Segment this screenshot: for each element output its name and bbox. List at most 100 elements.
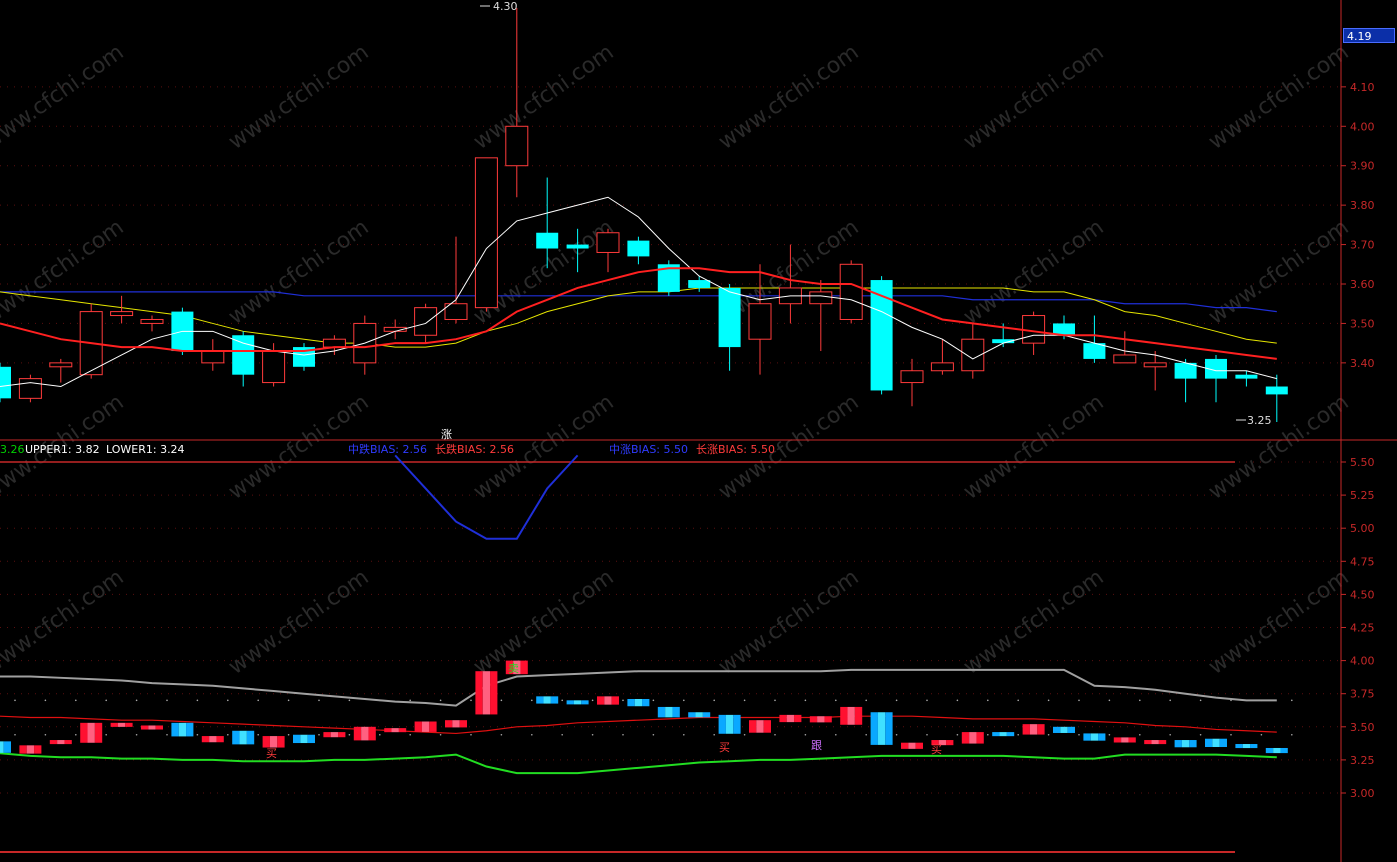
candle bbox=[1113, 331, 1137, 364]
indicator-block bbox=[1205, 738, 1227, 748]
helper-dot bbox=[379, 733, 381, 736]
block-part bbox=[186, 722, 194, 737]
block-part bbox=[840, 706, 848, 725]
watermark-text: www.cfchi.com bbox=[1204, 40, 1353, 155]
helper-dot bbox=[804, 733, 807, 736]
indicator-block bbox=[49, 740, 72, 745]
block-part bbox=[1067, 726, 1075, 733]
block-part bbox=[445, 720, 453, 728]
helper-dot bbox=[652, 733, 655, 736]
block-part bbox=[520, 660, 528, 675]
block-part bbox=[110, 722, 118, 727]
helper-dot bbox=[835, 733, 837, 736]
helper-dot bbox=[348, 699, 351, 702]
helper-dot bbox=[774, 733, 776, 736]
helper-dot bbox=[713, 699, 715, 702]
helper-dot bbox=[196, 699, 199, 702]
helper-dot bbox=[227, 699, 229, 702]
candle-body-up bbox=[110, 311, 134, 317]
helper-dot bbox=[1199, 699, 1202, 702]
block-part bbox=[931, 740, 939, 746]
indicator-block bbox=[627, 698, 650, 707]
helper-dot bbox=[75, 699, 77, 702]
block-part bbox=[1242, 744, 1251, 749]
block-part bbox=[786, 714, 795, 723]
indicator-block bbox=[1235, 744, 1258, 749]
candle-body-up bbox=[748, 303, 772, 340]
block-part bbox=[536, 696, 544, 704]
block-part bbox=[330, 732, 339, 738]
indicator-block bbox=[749, 720, 771, 733]
candle bbox=[688, 276, 711, 292]
helper-dot bbox=[622, 733, 624, 736]
candle-body-up bbox=[262, 350, 286, 384]
helper-dot bbox=[287, 733, 290, 736]
block-part bbox=[573, 700, 582, 705]
indicator-block bbox=[1265, 747, 1288, 754]
indicator-block bbox=[0, 741, 11, 753]
indicator-block bbox=[384, 728, 407, 733]
helper-dot bbox=[166, 733, 168, 736]
watermark-text: www.cfchi.com bbox=[0, 40, 129, 155]
block-part bbox=[232, 730, 240, 745]
block-part bbox=[80, 722, 88, 743]
stock-chart[interactable]: www.cfchi.com www.cfchi.com www.cfchi.com w… bbox=[0, 0, 1397, 862]
helper-dot bbox=[105, 733, 107, 736]
block-part bbox=[300, 734, 308, 744]
indicator-block bbox=[110, 722, 133, 727]
block-part bbox=[262, 736, 270, 748]
block-part bbox=[338, 732, 346, 738]
candle bbox=[809, 280, 833, 352]
indicator-block bbox=[201, 736, 224, 743]
block-part bbox=[946, 740, 954, 746]
candle bbox=[262, 343, 286, 387]
block-part bbox=[961, 732, 970, 744]
block-part bbox=[1098, 733, 1106, 741]
helper-dot bbox=[1291, 699, 1293, 702]
block-part bbox=[597, 696, 605, 705]
indicator-tick-label: 3.25 bbox=[1350, 754, 1375, 767]
block-part bbox=[1174, 740, 1182, 748]
candle-body-down bbox=[566, 244, 589, 249]
helper-dot bbox=[561, 733, 563, 736]
block-part bbox=[178, 722, 187, 737]
block-part bbox=[490, 671, 498, 715]
block-part bbox=[459, 720, 467, 728]
candle-body-down bbox=[1235, 374, 1258, 379]
block-part bbox=[323, 732, 331, 738]
block-part bbox=[809, 716, 818, 723]
price-axis: 4.10 4.00 3.90 3.80 3.70 3.60 3.50 3.40 5.50 5.25… bbox=[0, 0, 1397, 862]
block-part bbox=[854, 706, 863, 725]
indicator-block bbox=[1083, 733, 1106, 741]
helper-dot bbox=[865, 699, 867, 702]
helper-dot bbox=[287, 699, 290, 702]
indicator-block bbox=[1144, 740, 1167, 745]
block-part bbox=[1083, 733, 1091, 741]
candle-body-up bbox=[1113, 354, 1137, 364]
helper-dot bbox=[44, 733, 47, 736]
block-part bbox=[611, 696, 619, 705]
helper-dot bbox=[1169, 699, 1171, 702]
candle bbox=[232, 331, 255, 387]
indicator-tick-label: 4.50 bbox=[1350, 588, 1375, 601]
indicator-block bbox=[171, 722, 194, 737]
indicator-block bbox=[505, 660, 528, 675]
helper-dot bbox=[531, 699, 533, 702]
indicator-block bbox=[141, 725, 163, 730]
candle bbox=[1174, 358, 1197, 403]
block-part bbox=[725, 714, 734, 734]
indicator-tick-label: 4.25 bbox=[1350, 622, 1375, 635]
indicator-panel bbox=[0, 454, 1293, 775]
helper-dot bbox=[318, 733, 320, 736]
block-part bbox=[171, 722, 179, 737]
indicator-block bbox=[809, 716, 832, 723]
block-part bbox=[657, 706, 666, 718]
helper-dot bbox=[926, 733, 928, 736]
indicator-block bbox=[232, 730, 255, 745]
indicator-block bbox=[80, 722, 103, 743]
block-part bbox=[1235, 744, 1243, 749]
helper-dot bbox=[652, 699, 655, 702]
indicator-block bbox=[353, 726, 376, 741]
block-part bbox=[702, 712, 711, 718]
block-part bbox=[1250, 744, 1258, 749]
